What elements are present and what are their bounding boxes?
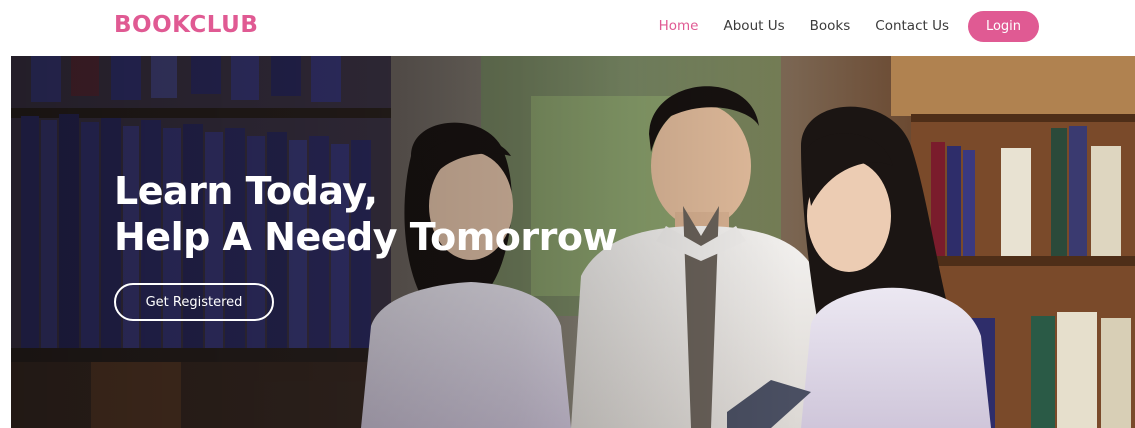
- nav-link-about-us[interactable]: About Us: [724, 16, 785, 36]
- main-nav: Home About Us Books Contact Us Login: [634, 0, 1039, 52]
- hero-banner: Learn Today, Help A Needy Tomorrow Get R…: [11, 56, 1135, 428]
- nav-link-books[interactable]: Books: [810, 16, 851, 36]
- hero-title-line-1: Learn Today,: [114, 169, 378, 213]
- get-registered-button[interactable]: Get Registered: [114, 283, 274, 321]
- hero-title: Learn Today, Help A Needy Tomorrow: [114, 168, 618, 260]
- login-button[interactable]: Login: [968, 10, 1039, 42]
- navbar: BOOKCLUB Home About Us Books Contact Us …: [0, 0, 1135, 56]
- nav-link-home[interactable]: Home: [659, 16, 699, 36]
- brand-logo[interactable]: BOOKCLUB: [114, 11, 258, 39]
- nav-link-contact-us[interactable]: Contact Us: [875, 16, 949, 36]
- hero-title-line-2: Help A Needy Tomorrow: [114, 215, 618, 259]
